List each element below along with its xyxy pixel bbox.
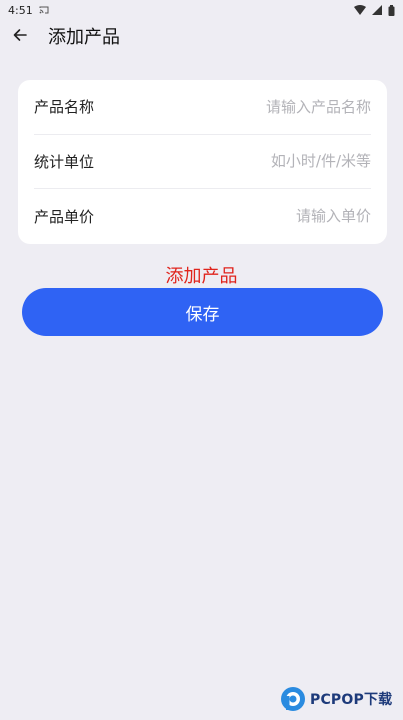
product-name-input[interactable] — [171, 97, 371, 116]
cast-icon — [39, 5, 49, 15]
unit-price-row: 产品单价 — [34, 189, 371, 244]
back-button[interactable] — [0, 20, 40, 52]
unit-input[interactable] — [171, 152, 371, 171]
unit-label: 统计单位 — [34, 152, 95, 171]
wifi-icon — [354, 5, 366, 15]
status-right — [354, 4, 395, 16]
watermark: PCPOP下载 — [280, 684, 400, 714]
save-button[interactable]: 保存 — [22, 288, 383, 336]
product-form-card: 产品名称 统计单位 产品单价 — [18, 80, 387, 244]
unit-price-input[interactable] — [171, 207, 371, 226]
pcpop-logo-icon — [280, 686, 306, 712]
product-name-label: 产品名称 — [34, 98, 95, 117]
status-left: 4:51 — [8, 4, 49, 17]
watermark-text: PCPOP下载 — [310, 692, 393, 708]
unit-row: 统计单位 — [34, 135, 371, 190]
battery-icon — [388, 4, 395, 16]
product-name-row: 产品名称 — [34, 80, 371, 135]
unit-price-label: 产品单价 — [34, 207, 95, 226]
page-title: 添加产品 — [48, 27, 120, 48]
arrow-left-icon — [13, 27, 27, 46]
annotation-text: 添加产品 — [165, 266, 238, 287]
app-bar: 添加产品 — [0, 20, 403, 52]
status-bar: 4:51 — [0, 0, 403, 20]
signal-icon — [372, 5, 382, 15]
status-time: 4:51 — [8, 3, 33, 17]
